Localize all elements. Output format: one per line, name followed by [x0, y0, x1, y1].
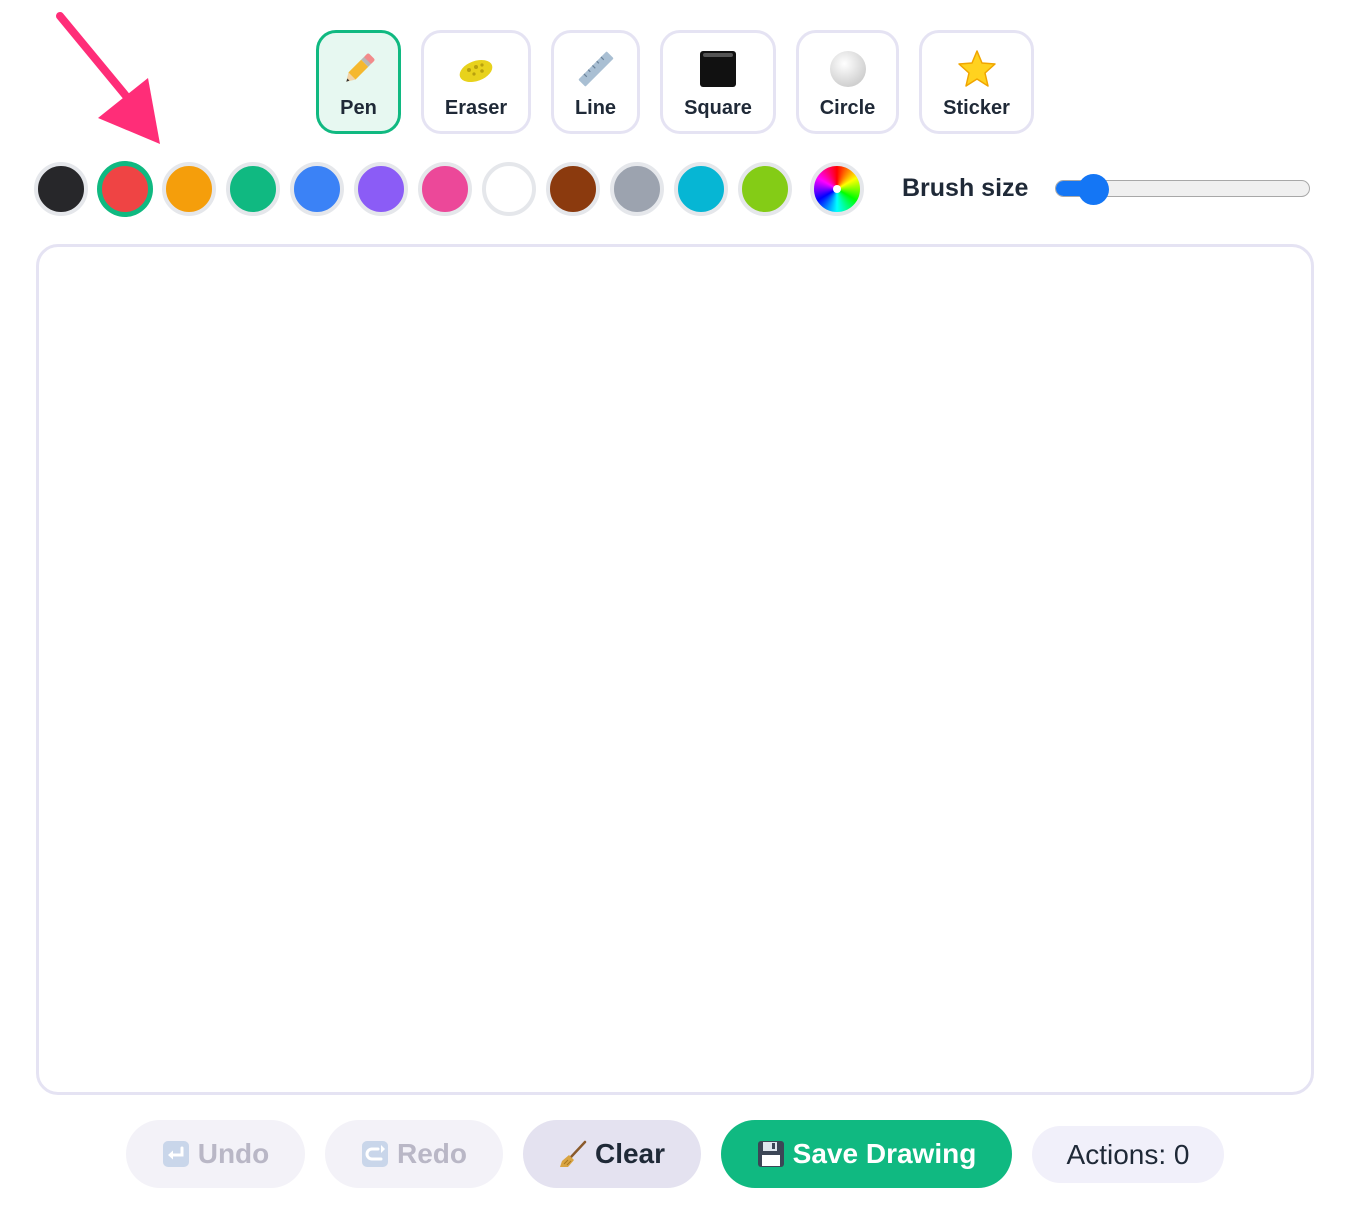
tool-line[interactable]: Line [551, 30, 640, 134]
color-swatch-black[interactable] [34, 162, 88, 216]
broom-icon [559, 1140, 587, 1168]
color-swatch-white[interactable] [482, 162, 536, 216]
tool-pen[interactable]: Pen [316, 30, 401, 134]
tool-sticker[interactable]: Sticker [919, 30, 1034, 134]
color-swatch-orange[interactable] [162, 162, 216, 216]
color-swatch-purple[interactable] [354, 162, 408, 216]
actions-counter: Actions: 0 [1032, 1126, 1224, 1183]
pencil-icon [339, 49, 379, 89]
redo-button[interactable]: Redo [325, 1120, 503, 1188]
color-swatch-gray[interactable] [610, 162, 664, 216]
color-swatch-red[interactable] [98, 162, 152, 216]
color-swatch-cyan[interactable] [674, 162, 728, 216]
undo-icon [162, 1140, 190, 1168]
tool-label: Eraser [444, 97, 508, 119]
sponge-icon [456, 49, 496, 89]
redo-icon [361, 1140, 389, 1168]
tool-eraser[interactable]: Eraser [421, 30, 531, 134]
save-drawing-label: Save Drawing [792, 1138, 977, 1169]
tool-label: Sticker [943, 97, 1010, 119]
star-icon [957, 49, 997, 89]
pointer-arrow-icon [56, 12, 160, 144]
color-swatch-pink[interactable] [418, 162, 472, 216]
tool-circle[interactable]: Circle [796, 30, 899, 134]
white-circle-icon [828, 49, 868, 89]
rainbow-wheel-icon[interactable] [810, 162, 864, 216]
color-swatch-green[interactable] [226, 162, 280, 216]
brush-size-label: Brush size [902, 174, 1029, 202]
redo-label: Redo [397, 1138, 467, 1169]
floppy-disk-icon [757, 1140, 785, 1168]
color-swatch-lime[interactable] [738, 162, 792, 216]
drawing-canvas[interactable] [36, 244, 1314, 1095]
tool-square[interactable]: Square [660, 30, 776, 134]
black-square-icon [698, 49, 738, 89]
undo-button[interactable]: Undo [126, 1120, 305, 1188]
brush-size-thumb[interactable] [1078, 174, 1109, 205]
color-swatch-brown[interactable] [546, 162, 600, 216]
undo-label: Undo [197, 1138, 270, 1169]
color-swatch-blue[interactable] [290, 162, 344, 216]
save-drawing-button[interactable]: Save Drawing [721, 1120, 1012, 1188]
clear-button[interactable]: Clear [523, 1120, 701, 1188]
tool-label: Square [684, 97, 752, 119]
tool-label: Circle [819, 97, 876, 119]
ruler-icon [576, 49, 616, 89]
tool-label: Pen [340, 97, 377, 119]
tool-label: Line [574, 97, 617, 119]
clear-label: Clear [594, 1138, 666, 1169]
